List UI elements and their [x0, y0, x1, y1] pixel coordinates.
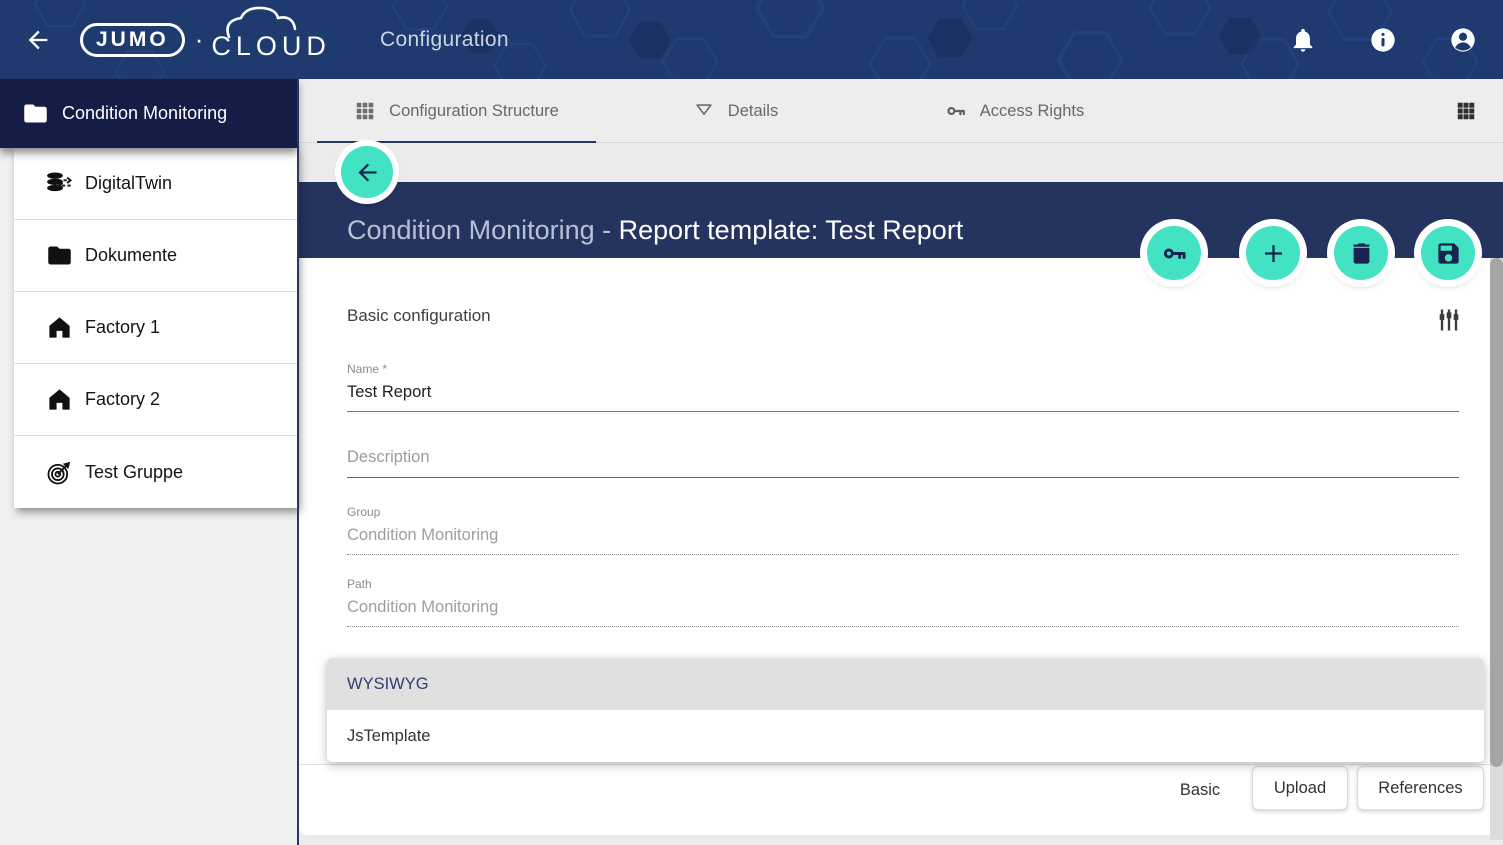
- name-field-label: Name *: [347, 362, 1459, 376]
- tab-label: Access Rights: [980, 102, 1085, 121]
- sidebar-item-condition-monitoring[interactable]: Condition Monitoring: [0, 79, 298, 148]
- sidebar-item-factory-2[interactable]: Factory 2: [14, 364, 297, 436]
- digital-twin-database-icon: [46, 170, 73, 197]
- footer-tab-upload[interactable]: Upload: [1252, 766, 1348, 810]
- panel-title: Condition Monitoring - Report template: …: [347, 215, 963, 246]
- sidebar-tree: DigitalTwin Dokumente Factory 1 Factory …: [14, 148, 297, 508]
- panel-title-prefix: Condition Monitoring -: [347, 215, 619, 245]
- form-panel: Basic configuration Name * Group Path WY…: [299, 258, 1503, 835]
- footer-divider: [299, 764, 1503, 765]
- delete-button[interactable]: [1334, 226, 1388, 280]
- back-icon[interactable]: [24, 26, 52, 54]
- target-arrow-icon: [46, 459, 73, 486]
- description-input[interactable]: [347, 448, 1459, 478]
- dropdown-option-jstemplate[interactable]: JsTemplate: [327, 710, 1484, 762]
- template-type-dropdown: WYSIWYG JsTemplate: [327, 658, 1484, 762]
- home-icon: [46, 314, 73, 341]
- sidebar-item-label: Dokumente: [85, 245, 177, 266]
- apps-grid-icon[interactable]: [1455, 100, 1477, 122]
- jumo-cloud-logo: JUMO · CLOUD: [80, 17, 331, 62]
- folder-icon: [22, 100, 49, 127]
- sidebar-item-digitaltwin[interactable]: DigitalTwin: [14, 148, 297, 220]
- group-field: Group: [347, 505, 1459, 555]
- group-input: [347, 526, 1459, 555]
- tab-label: Details: [728, 102, 778, 121]
- key-icon: [1161, 240, 1188, 267]
- tune-sliders-icon[interactable]: [1435, 306, 1463, 334]
- scrollbar-thumb[interactable]: [1490, 258, 1503, 767]
- trash-icon: [1348, 240, 1375, 267]
- page-title: Configuration: [380, 0, 509, 79]
- path-input: [347, 598, 1459, 627]
- content-top-strip: [299, 143, 1503, 182]
- sidebar-item-label: Factory 1: [85, 317, 160, 338]
- sidebar-item-label: Test Gruppe: [85, 462, 183, 483]
- sidebar-divider: [297, 79, 299, 845]
- jumo-logo-pill: JUMO: [80, 23, 185, 57]
- footer-tab-label: References: [1378, 779, 1462, 798]
- panel-title-main: Report template: Test Report: [619, 215, 964, 245]
- footer-tab-label: Basic: [1180, 781, 1220, 800]
- sidebar-item-test-gruppe[interactable]: Test Gruppe: [14, 436, 297, 508]
- sidebar-item-dokumente[interactable]: Dokumente: [14, 220, 297, 292]
- path-field-label: Path: [347, 577, 1459, 591]
- tab-label: Configuration Structure: [389, 102, 559, 121]
- option-label: JsTemplate: [347, 727, 430, 746]
- topbar: JUMO · CLOUD Configuration: [0, 0, 1503, 79]
- tab-configuration-structure[interactable]: Configuration Structure: [317, 79, 596, 143]
- add-button[interactable]: [1246, 226, 1300, 280]
- sidebar-item-factory-1[interactable]: Factory 1: [14, 292, 297, 364]
- cloud-outline-icon: [223, 5, 319, 39]
- funnel-icon: [693, 100, 715, 122]
- main-area: Configuration Structure Details Access R…: [299, 79, 1503, 845]
- key-icon: [945, 100, 967, 122]
- tab-details[interactable]: Details: [596, 79, 875, 143]
- section-title: Basic configuration: [347, 306, 491, 326]
- brand-separator-dot: ·: [195, 24, 204, 55]
- footer-tab-references[interactable]: References: [1357, 766, 1484, 810]
- grid-dots-icon: [354, 100, 376, 122]
- group-field-label: Group: [347, 505, 1459, 519]
- account-icon[interactable]: [1449, 26, 1477, 54]
- access-key-button[interactable]: [1147, 226, 1201, 280]
- notifications-bell-icon[interactable]: [1289, 26, 1317, 54]
- path-field: Path: [347, 577, 1459, 627]
- sidebar-header-label: Condition Monitoring: [62, 103, 227, 124]
- dropdown-option-wysiwyg[interactable]: WYSIWYG: [327, 658, 1484, 710]
- panel-back-button[interactable]: [341, 146, 393, 198]
- info-icon[interactable]: [1369, 26, 1397, 54]
- main-tabbar: Configuration Structure Details Access R…: [299, 79, 1503, 143]
- sidebar-item-label: DigitalTwin: [85, 173, 172, 194]
- plus-icon: [1260, 240, 1287, 267]
- footer-tab-basic[interactable]: Basic: [1155, 770, 1245, 810]
- home-icon: [46, 386, 73, 413]
- name-input[interactable]: [347, 383, 1459, 412]
- sidebar-item-label: Factory 2: [85, 389, 160, 410]
- floppy-disk-icon: [1435, 240, 1462, 267]
- footer-tab-label: Upload: [1274, 779, 1326, 798]
- option-label: WYSIWYG: [347, 675, 429, 694]
- folder-icon: [46, 242, 73, 269]
- tab-access-rights[interactable]: Access Rights: [875, 79, 1154, 143]
- description-field: [347, 448, 1459, 478]
- save-button[interactable]: [1421, 226, 1475, 280]
- name-field: Name *: [347, 362, 1459, 412]
